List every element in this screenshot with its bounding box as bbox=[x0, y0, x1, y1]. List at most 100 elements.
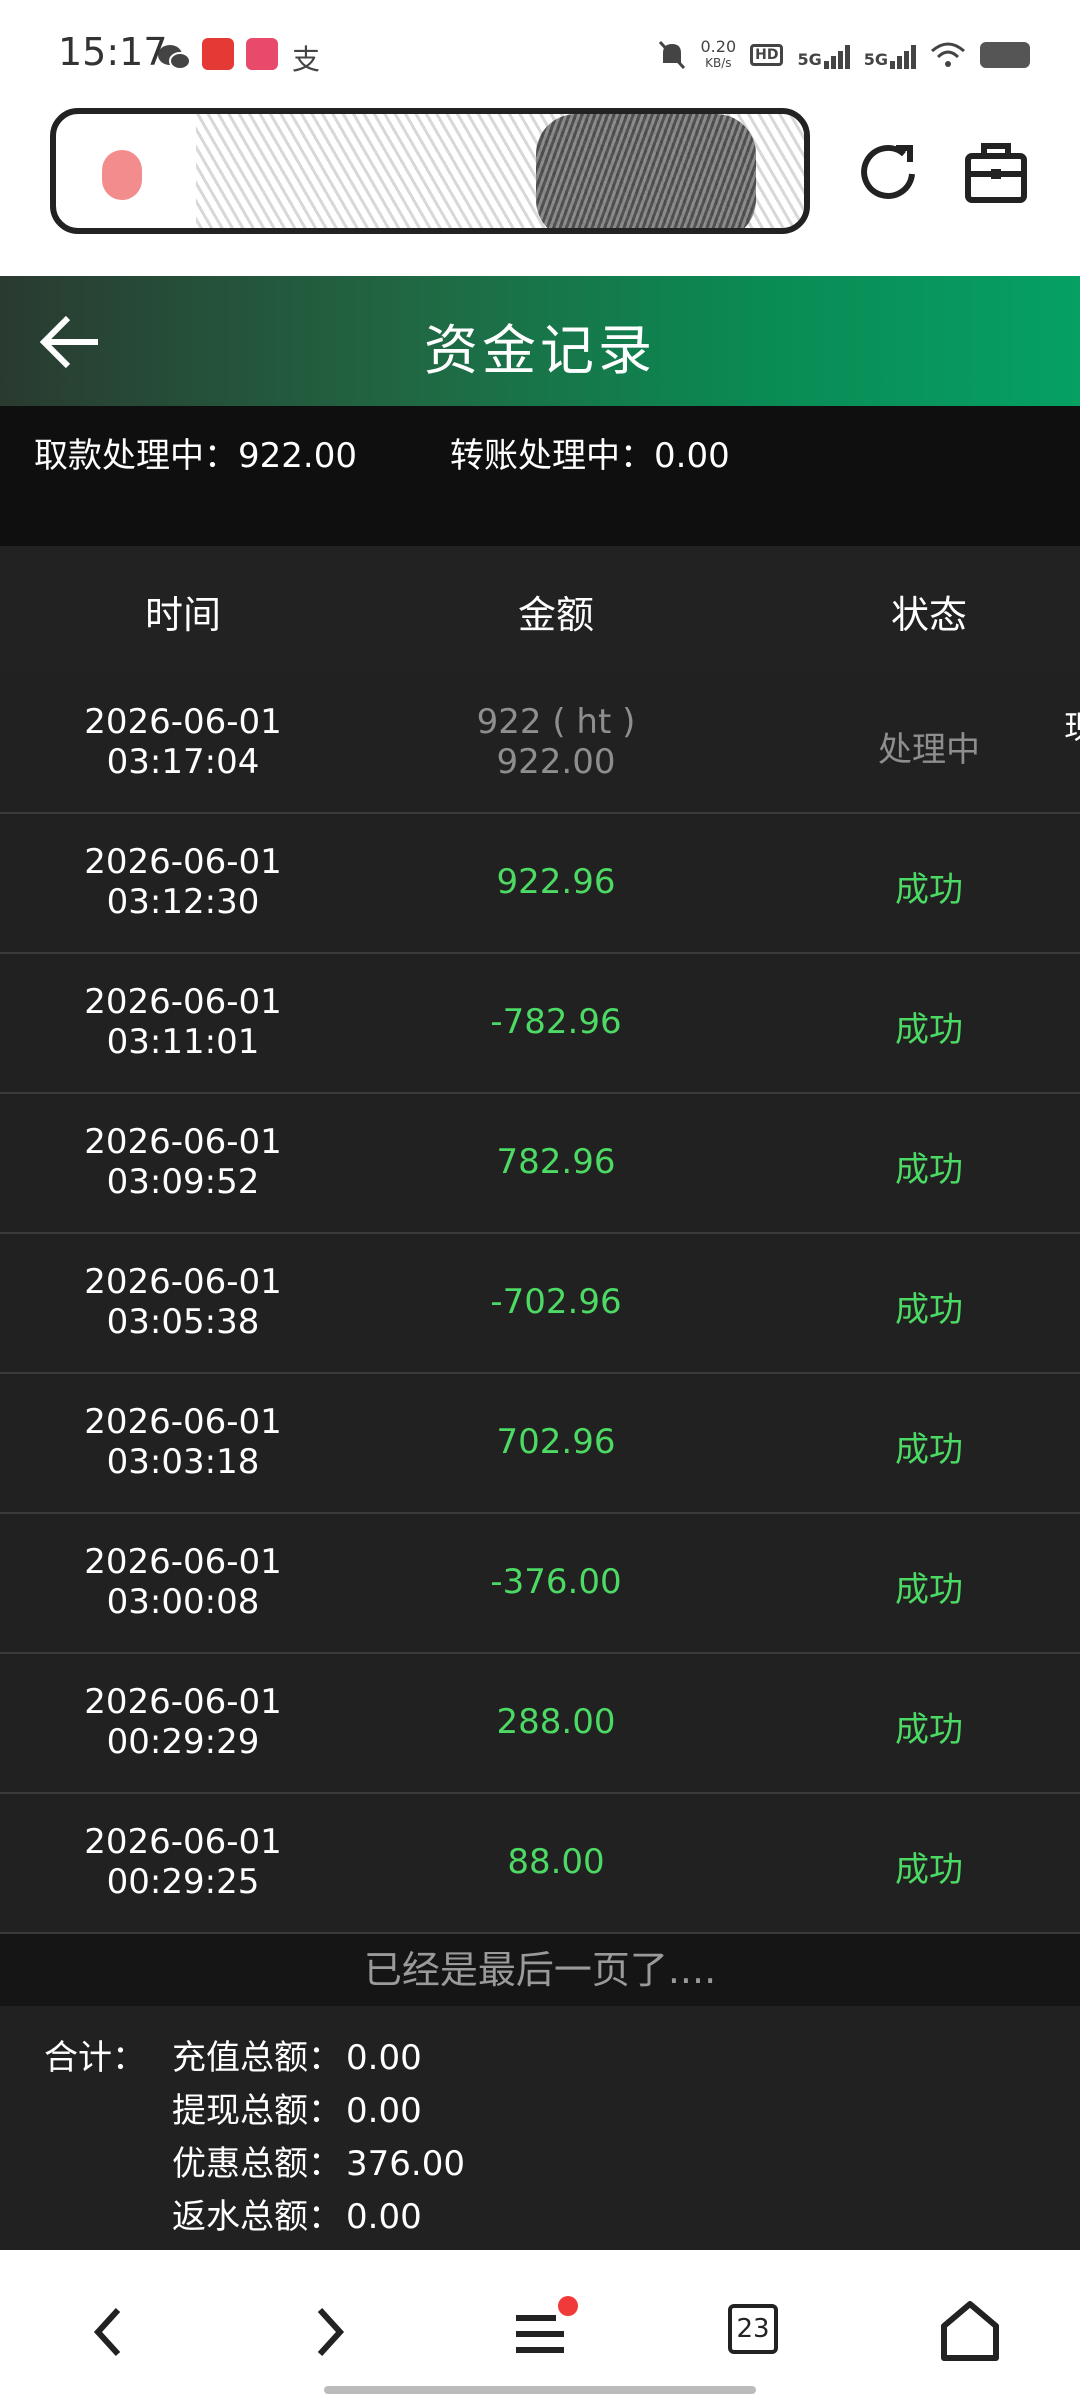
app-header: 资金记录 bbox=[0, 276, 1080, 406]
table-row[interactable]: 2026-06-01 00:29:29 288.00 成功 bbox=[0, 1654, 1080, 1794]
row-time: 2026-06-01 03:09:52 bbox=[0, 1122, 366, 1202]
clipped-column-text: 现 bbox=[1064, 702, 1080, 748]
tabs-button[interactable]: 23 bbox=[716, 2292, 796, 2372]
table-row[interactable]: 2026-06-01 03:09:52 782.96 成功 bbox=[0, 1094, 1080, 1234]
nav-forward-icon[interactable] bbox=[288, 2292, 368, 2372]
row-date: 2026-06-01 bbox=[84, 842, 282, 882]
table-row[interactable]: 2026-06-01 00:29:25 88.00 成功 bbox=[0, 1794, 1080, 1934]
row-status: 成功 bbox=[895, 1850, 963, 1890]
row-clock: 00:29:29 bbox=[106, 1722, 260, 1762]
row-amount: 922.96 bbox=[366, 862, 746, 902]
status-bar: 15:17 支 0.20 KB/s HD 5G 5G bbox=[0, 0, 1080, 100]
row-clock: 03:03:18 bbox=[106, 1442, 260, 1482]
row-amount-value: -702.96 bbox=[490, 1282, 622, 1322]
row-amount: 922 ( ht ) 922.00 bbox=[366, 702, 746, 782]
total-label: 提现总额： bbox=[172, 2091, 342, 2131]
home-icon[interactable] bbox=[930, 2292, 1010, 2372]
row-date: 2026-06-01 bbox=[84, 1822, 282, 1862]
content: 取款处理中：922.00 转账处理中：0.00 时间 金额 状态 2026-06… bbox=[0, 406, 1080, 2250]
site-favicon bbox=[102, 150, 142, 200]
row-time: 2026-06-01 00:29:29 bbox=[0, 1682, 366, 1762]
total-value: 0.00 bbox=[346, 2038, 422, 2078]
row-time: 2026-06-01 03:12:30 bbox=[0, 842, 366, 922]
row-time: 2026-06-01 03:05:38 bbox=[0, 1262, 366, 1342]
net-speed-value: 0.20 bbox=[700, 37, 737, 56]
total-label: 优惠总额： bbox=[172, 2144, 342, 2184]
row-date: 2026-06-01 bbox=[84, 702, 282, 742]
row-status: 成功 bbox=[895, 1430, 963, 1470]
status-time: 15:17 bbox=[58, 30, 168, 74]
header-amount: 金额 bbox=[517, 593, 594, 637]
row-amount-value: -782.96 bbox=[490, 1002, 622, 1042]
wifi-icon bbox=[931, 42, 965, 67]
totals-label: 合计： bbox=[44, 2038, 146, 2078]
row-date: 2026-06-01 bbox=[84, 982, 282, 1022]
row-time: 2026-06-01 00:29:25 bbox=[0, 1822, 366, 1902]
video-app-icon bbox=[202, 38, 234, 70]
row-date: 2026-06-01 bbox=[84, 1402, 282, 1442]
total-withdraw: 提现总额： 0.00 bbox=[172, 2083, 422, 2132]
row-time: 2026-06-01 03:00:08 bbox=[0, 1542, 366, 1622]
alipay-icon: 支 bbox=[292, 43, 321, 76]
table-header: 时间 金额 状态 bbox=[0, 546, 1080, 676]
table-row[interactable]: 2026-06-01 03:03:18 702.96 成功 bbox=[0, 1374, 1080, 1514]
total-value: 376.00 bbox=[346, 2144, 465, 2184]
row-clock: 03:00:08 bbox=[106, 1582, 260, 1622]
row-clock: 03:17:04 bbox=[106, 742, 260, 782]
row-clock: 03:11:01 bbox=[106, 1022, 260, 1062]
row-status: 处理中 bbox=[878, 730, 980, 770]
row-status: 成功 bbox=[895, 1150, 963, 1190]
sim2-signal: 5G bbox=[864, 41, 916, 69]
table-row[interactable]: 2026-06-01 03:05:38 -702.96 成功 bbox=[0, 1234, 1080, 1374]
row-clock: 03:05:38 bbox=[106, 1302, 260, 1342]
table-row[interactable]: 2026-06-01 03:12:30 922.96 成功 bbox=[0, 814, 1080, 954]
toolbox-icon[interactable] bbox=[960, 136, 1032, 208]
row-status: 成功 bbox=[895, 1570, 963, 1610]
header-status: 状态 bbox=[890, 593, 967, 637]
row-status: 成功 bbox=[895, 1010, 963, 1050]
redacted-url bbox=[196, 114, 804, 228]
row-date: 2026-06-01 bbox=[84, 1682, 282, 1722]
sim1-signal: 5G bbox=[797, 41, 850, 69]
row-time: 2026-06-01 03:11:01 bbox=[0, 982, 366, 1062]
row-amount-note: 922 ( ht ) bbox=[476, 702, 636, 742]
reload-icon[interactable] bbox=[852, 136, 924, 208]
total-label: 充值总额： bbox=[172, 2038, 342, 2078]
row-amount: 88.00 bbox=[366, 1842, 746, 1882]
wechat-icon bbox=[158, 45, 191, 70]
total-deposit: 充值总额： 0.00 bbox=[172, 2030, 422, 2079]
bilibili-icon bbox=[246, 38, 278, 70]
row-status: 成功 bbox=[895, 1290, 963, 1330]
nav-back-icon[interactable] bbox=[70, 2292, 150, 2372]
battery-icon bbox=[980, 42, 1030, 68]
row-clock: 03:12:30 bbox=[106, 882, 260, 922]
table-row[interactable]: 2026-06-0103:17:04 922 ( ht )922.00 处理中 现 bbox=[0, 674, 1080, 814]
address-bar[interactable] bbox=[50, 108, 810, 234]
transfer-pending: 转账处理中：0.00 bbox=[450, 436, 730, 476]
end-of-list: 已经是最后一页了.... bbox=[0, 1934, 1080, 2006]
row-clock: 03:09:52 bbox=[106, 1162, 260, 1202]
row-amount-value: 922.96 bbox=[496, 862, 616, 902]
row-status: 成功 bbox=[895, 870, 963, 910]
row-amount: 702.96 bbox=[366, 1422, 746, 1462]
header-time: 时间 bbox=[144, 593, 221, 637]
row-amount: 288.00 bbox=[366, 1702, 746, 1742]
row-amount-value: 288.00 bbox=[496, 1702, 616, 1742]
gesture-bar[interactable] bbox=[324, 2386, 756, 2394]
tab-count: 23 bbox=[728, 2304, 778, 2354]
status-icons: 0.20 KB/s HD 5G 5G bbox=[657, 30, 1030, 80]
row-amount-value: -376.00 bbox=[490, 1562, 622, 1602]
total-value: 0.00 bbox=[346, 2091, 422, 2131]
menu-icon[interactable] bbox=[500, 2292, 580, 2372]
withdraw-pending: 取款处理中：922.00 bbox=[34, 436, 357, 476]
row-amount-value: 88.00 bbox=[507, 1842, 605, 1882]
total-value: 0.00 bbox=[346, 2197, 422, 2237]
row-date: 2026-06-01 bbox=[84, 1122, 282, 1162]
row-amount: 782.96 bbox=[366, 1142, 746, 1182]
total-bonus: 优惠总额： 376.00 bbox=[172, 2136, 465, 2185]
total-label: 返水总额： bbox=[172, 2197, 342, 2237]
table-row[interactable]: 2026-06-01 03:11:01 -782.96 成功 bbox=[0, 954, 1080, 1094]
row-amount-value: 922.00 bbox=[496, 742, 616, 782]
total-rebate: 返水总额： 0.00 bbox=[172, 2189, 422, 2238]
table-row[interactable]: 2026-06-01 03:00:08 -376.00 成功 bbox=[0, 1514, 1080, 1654]
